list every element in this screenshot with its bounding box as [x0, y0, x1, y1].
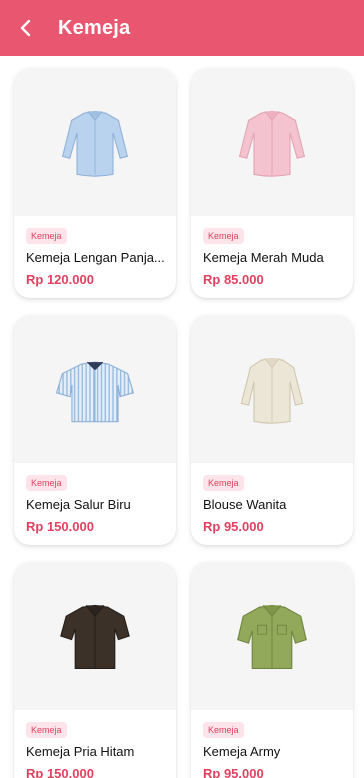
product-card[interactable]: Kemeja Kemeja Pria Hitam Rp 150.000 [14, 562, 176, 778]
product-image [14, 68, 176, 216]
product-image [191, 315, 353, 463]
product-name: Kemeja Salur Biru [26, 497, 131, 512]
cream-blouse-icon [240, 357, 304, 424]
product-name: Kemeja Merah Muda [203, 250, 324, 265]
product-card[interactable]: Kemeja Kemeja Lengan Panja... Rp 120.000 [14, 68, 176, 298]
product-price: Rp 120.000 [26, 272, 94, 287]
category-badge: Kemeja [203, 475, 244, 491]
product-image [191, 562, 353, 710]
striped-short-sleeve-shirt-icon [55, 361, 135, 423]
chevron-left-icon [20, 19, 31, 37]
pink-long-sleeve-shirt-icon [238, 110, 306, 177]
category-badge: Kemeja [26, 722, 67, 738]
product-price: Rp 95.000 [203, 766, 264, 778]
product-card[interactable]: Kemeja Kemeja Merah Muda Rp 85.000 [191, 68, 353, 298]
product-image [14, 562, 176, 710]
product-grid: Kemeja Kemeja Lengan Panja... Rp 120.000… [0, 56, 364, 778]
blue-long-sleeve-shirt-icon [61, 110, 129, 177]
product-card[interactable]: Kemeja Blouse Wanita Rp 95.000 [191, 315, 353, 545]
product-name: Kemeja Army [203, 744, 281, 759]
product-name: Blouse Wanita [203, 497, 287, 512]
product-name: Kemeja Lengan Panja... [26, 250, 165, 265]
dark-brown-short-sleeve-shirt-icon [60, 604, 130, 669]
product-price: Rp 150.000 [26, 519, 94, 534]
category-badge: Kemeja [203, 722, 244, 738]
category-badge: Kemeja [26, 228, 67, 244]
category-badge: Kemeja [203, 228, 244, 244]
product-image [14, 315, 176, 463]
category-badge: Kemeja [26, 475, 67, 491]
back-button[interactable] [6, 0, 46, 56]
page-title: Kemeja [58, 16, 131, 39]
product-name: Kemeja Pria Hitam [26, 744, 135, 759]
product-card[interactable]: Kemeja Kemeja Salur Biru Rp 150.000 [14, 315, 176, 545]
app-bar: Kemeja [0, 0, 364, 56]
product-price: Rp 85.000 [203, 272, 264, 287]
product-price: Rp 95.000 [203, 519, 264, 534]
product-image [191, 68, 353, 216]
product-price: Rp 150.000 [26, 766, 94, 778]
product-card[interactable]: Kemeja Kemeja Army Rp 95.000 [191, 562, 353, 778]
army-green-shirt-icon [237, 604, 307, 669]
